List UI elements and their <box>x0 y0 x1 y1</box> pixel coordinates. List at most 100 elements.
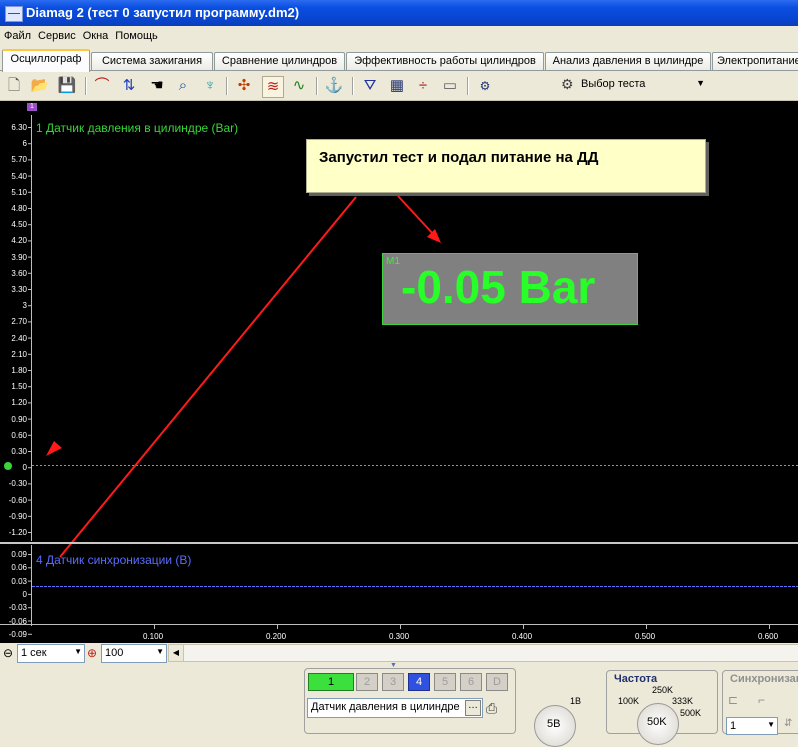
voltage-knob-value: 5В <box>547 718 561 730</box>
sensor-settings-icon[interactable]: ⎙ <box>486 700 497 717</box>
axis-tick-label: -0.90 <box>8 511 27 521</box>
zoom-in-icon[interactable]: ⊕ <box>87 646 97 660</box>
app-icon <box>5 6 23 22</box>
axis-tick-label: 1.80 <box>11 366 27 375</box>
channel-6-button[interactable]: 6 <box>460 673 482 691</box>
hand-icon[interactable]: ☚ <box>147 76 167 96</box>
time-scale-value: 1 сек <box>21 647 47 659</box>
more-icon[interactable]: … <box>465 700 481 716</box>
axis-tick-label: 0 <box>22 589 27 599</box>
cursor-icon[interactable]: ⌒ <box>92 76 112 96</box>
channel-d-button[interactable]: D <box>486 673 508 691</box>
time-tick-label: 0.100 <box>143 632 164 641</box>
axis-tick-label: 0.60 <box>11 430 27 440</box>
axis-tick-label: -0.06 <box>8 616 27 626</box>
sync-edge-icon[interactable]: ⊏ <box>728 693 738 707</box>
menu-help[interactable]: Помощь <box>111 26 161 42</box>
annotation-arrow-trace <box>59 196 357 558</box>
time-axis: 0.100 0.200 0.300 0.400 0.500 0.600 <box>0 626 798 643</box>
axis-tick-label: 4.20 <box>11 236 27 246</box>
tab-bar: Осциллограф Система зажигания Сравнение … <box>0 46 798 72</box>
measurement-box[interactable]: M1 -0.05 Bar <box>382 253 638 325</box>
trigger-icon[interactable]: ⛛ <box>360 76 380 96</box>
zoom-select[interactable]: 100 ▼ <box>101 644 167 663</box>
save-icon[interactable]: 💾 <box>57 76 77 96</box>
oscilloscope-view[interactable]: 6.30 6 5.70 5.40 5.10 4.80 4.50 4.20 3.90 3.60 3.3… <box>0 111 798 643</box>
arrow-head-icon <box>46 441 62 456</box>
menu-service[interactable]: Сервис <box>34 26 79 42</box>
measure-icon[interactable]: ⇅ <box>119 76 139 96</box>
axis-tick-label: 2.70 <box>11 317 27 327</box>
axis-tick-label: 1.20 <box>11 398 27 408</box>
axis-tick-label: 3.90 <box>11 252 27 262</box>
frequency-title: Частота <box>614 673 658 685</box>
channel-1-button[interactable]: 1 <box>308 673 354 691</box>
zoom-icon[interactable]: ⌕ <box>173 76 193 96</box>
axis-tick-label: 0.90 <box>11 414 27 424</box>
time-tick-label: 0.500 <box>635 632 656 641</box>
chevron-down-icon: ▼ <box>696 78 705 88</box>
channel-marker[interactable]: 1 <box>27 103 37 111</box>
test-select[interactable]: ⚙ Выбор теста ▼ <box>557 75 709 95</box>
axis-tick-label: 4.50 <box>11 220 27 230</box>
sync-select[interactable]: 1 ▼ <box>726 717 778 735</box>
menu-file[interactable]: Файл <box>0 26 34 42</box>
sync-title: Синхронизация <box>730 673 798 685</box>
wave2-icon[interactable]: ∿ <box>289 76 309 96</box>
tab-pressure-analysis[interactable]: Анализ давления в цилиндре <box>545 52 711 70</box>
axis-tick-label: 0.06 <box>11 563 27 573</box>
axis-tick-label: 3.30 <box>11 285 27 294</box>
table-icon[interactable]: ▦ <box>387 76 407 96</box>
panel-divider[interactable] <box>0 542 798 544</box>
time-tick-label: 0.400 <box>512 632 533 641</box>
tab-cylinder-efficiency[interactable]: Эффективность работы цилиндров <box>346 52 544 70</box>
wave-icon[interactable]: ≋ <box>262 76 284 98</box>
gear-icon: ⚙ <box>561 76 574 92</box>
measurement-value: -0.05 Bar <box>401 261 596 313</box>
new-icon[interactable]: 🗋 <box>4 76 24 96</box>
sync-stepper-icon[interactable]: ⇵ <box>784 718 792 729</box>
sensor-select[interactable]: Датчик давления в цилиндре … <box>307 698 483 718</box>
axis-tick-label: 4.80 <box>11 204 27 213</box>
tree-icon[interactable]: ♆ <box>200 76 220 96</box>
menu-windows[interactable]: Окна <box>79 26 112 42</box>
channel-tools <box>310 723 510 732</box>
sensor-value: Датчик давления в цилиндре <box>311 701 460 713</box>
channel-4-button[interactable]: 4 <box>408 673 430 691</box>
scope-header <box>0 101 798 111</box>
tab-power-supply[interactable]: Электропитание <box>712 52 798 70</box>
split-icon[interactable]: ÷ <box>413 76 433 96</box>
axis-tick-label: -0.03 <box>8 603 27 613</box>
zoom-out-icon[interactable]: ⊖ <box>3 646 13 660</box>
open-icon[interactable]: 📂 <box>30 76 50 96</box>
time-scale-select[interactable]: 1 сек ▼ <box>17 644 85 663</box>
auto-icon[interactable]: ⚙ <box>475 76 495 96</box>
freq-mark-333k: 333K <box>672 696 694 706</box>
menu-bar: Файл Сервис Окна Помощь <box>0 26 798 46</box>
scroll-left-icon[interactable]: ◀ <box>169 645 184 661</box>
time-scale-bar: ⊖ 1 сек ▼ ⊕ 100 ▼ ◀ <box>0 643 798 663</box>
window-title: Diamag 2 (тест 0 запустил программу.dm2) <box>26 5 300 20</box>
axis-tick-label: -0.30 <box>8 479 27 489</box>
sync-rise-icon[interactable]: ⌐ <box>758 693 765 707</box>
tab-ignition[interactable]: Система зажигания <box>91 52 213 70</box>
annotation-arrow-value <box>397 195 435 236</box>
axis-tick-label: 0.09 <box>11 550 27 559</box>
channel-5-button[interactable]: 5 <box>434 673 456 691</box>
horizontal-scrollbar[interactable]: ◀ <box>168 644 798 662</box>
page-icon[interactable]: ▭ <box>440 76 460 96</box>
axis-tick-label: 3 <box>22 301 27 311</box>
channel-3-button[interactable]: 3 <box>382 673 404 691</box>
channel-2-button[interactable]: 2 <box>356 673 378 691</box>
sync-value: 1 <box>730 720 737 732</box>
axis-tick-label: 2.40 <box>11 333 27 343</box>
axis-tick-label: 1.50 <box>11 382 27 392</box>
tab-oscilloscope[interactable]: Осциллограф <box>2 49 90 72</box>
anchor-icon[interactable]: ⚓ <box>324 76 344 96</box>
tab-cylinder-compare[interactable]: Сравнение цилиндров <box>214 52 345 70</box>
time-tick-label: 0.300 <box>389 632 410 641</box>
axis-tick-label: 5.10 <box>11 187 27 197</box>
title-bar: Diamag 2 (тест 0 запустил программу.dm2) <box>0 0 798 26</box>
pulse-icon[interactable]: ✣ <box>234 76 254 96</box>
axis-tick-label: 6 <box>22 139 27 149</box>
